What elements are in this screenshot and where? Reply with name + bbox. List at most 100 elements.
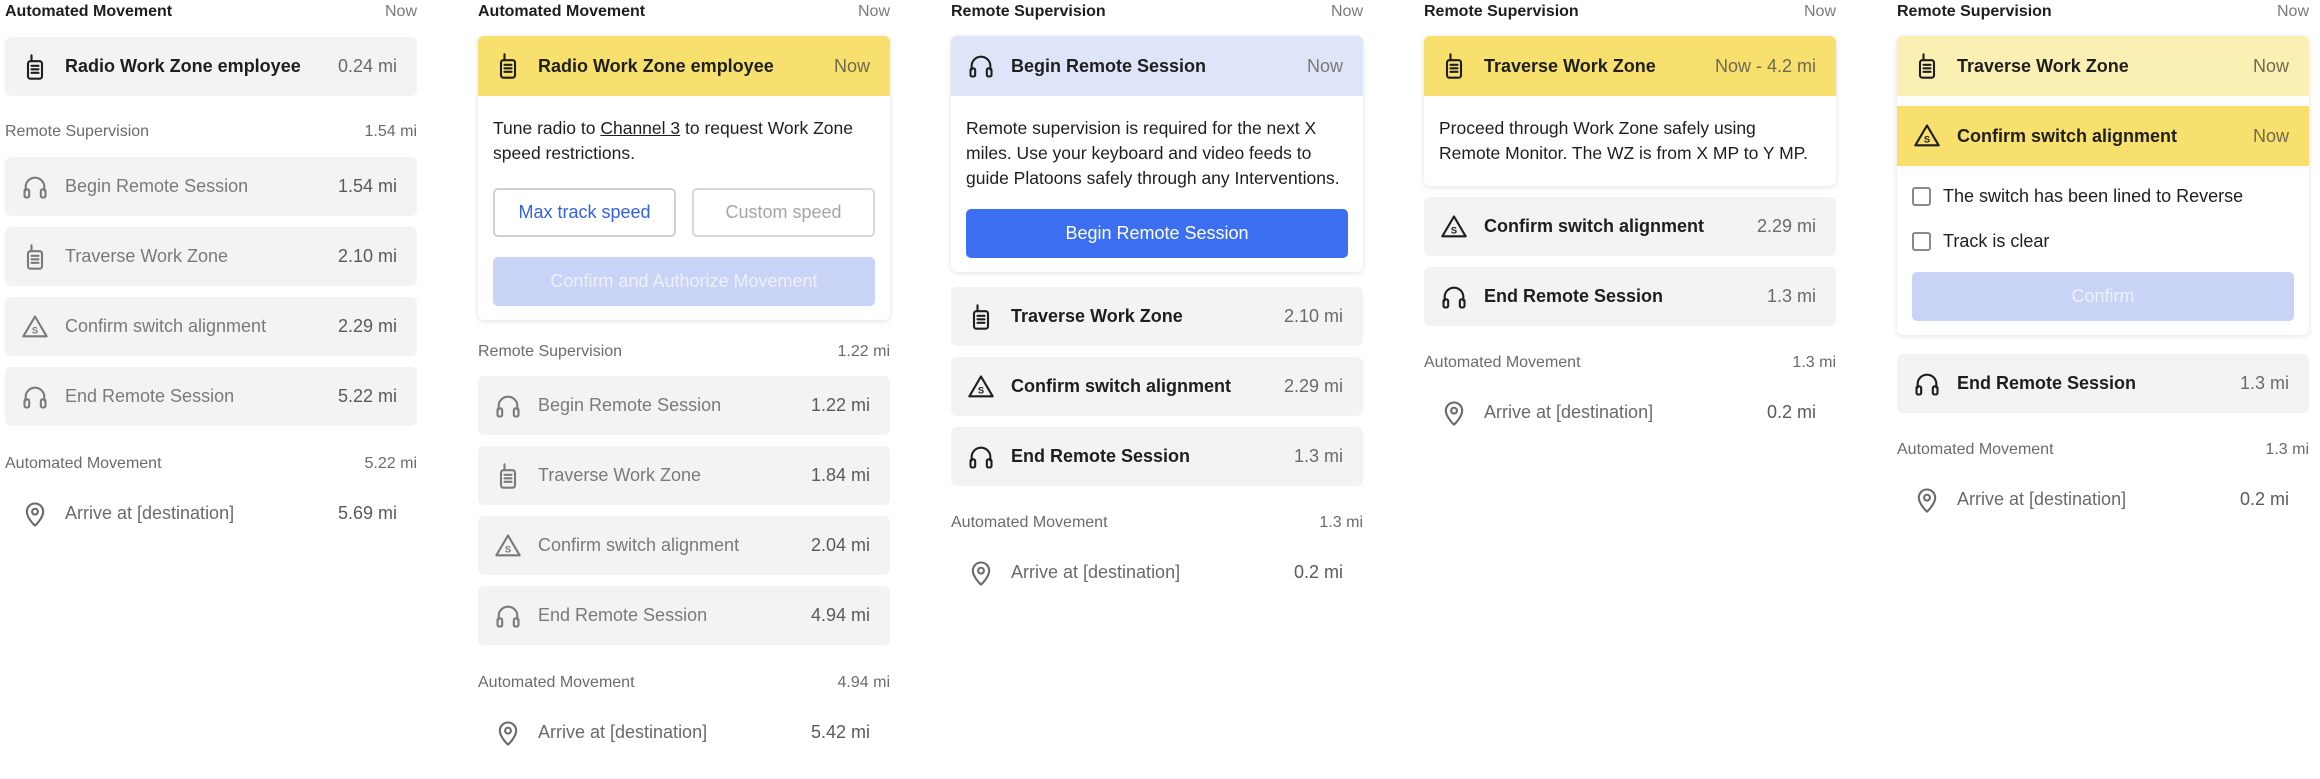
radio-icon	[1911, 50, 1943, 82]
card-instructions: Tune radio to Channel 3 to request Work …	[493, 118, 853, 163]
active-step-card: Traverse Work Zone Now S Confirm switch …	[1897, 36, 2309, 335]
step-row[interactable]: S Confirm switch alignment 2.04 mi	[478, 516, 890, 575]
headset-icon	[492, 600, 524, 632]
location-pin-icon	[965, 557, 997, 589]
card-body: Tune radio to Channel 3 to request Work …	[478, 96, 890, 320]
step-row[interactable]: S Confirm switch alignment 2.29 mi	[951, 357, 1363, 416]
step-distance: 0.2 mi	[1766, 402, 1816, 422]
section-header: Remote Supervision Now	[1424, 0, 1836, 24]
step-distance: 1.54 mi	[337, 176, 397, 196]
card-title: Begin Remote Session	[1011, 55, 1207, 76]
step-label: End Remote Session	[1957, 373, 2137, 393]
card-header: Traverse Work Zone Now - 4.2 mi	[1424, 36, 1836, 96]
section-title: Automated Movement	[478, 674, 635, 691]
step-label: Arrive at [destination]	[1957, 489, 2127, 509]
step-label: Confirm switch alignment	[65, 316, 267, 336]
step-row[interactable]: S Confirm switch alignment 2.29 mi	[1424, 197, 1836, 256]
card-distance: Now	[833, 55, 870, 76]
radio-icon	[492, 460, 524, 492]
headset-icon	[492, 390, 524, 422]
svg-text:S: S	[32, 325, 38, 335]
section-header: Remote Supervision 1.22 mi	[478, 340, 890, 364]
section-meta: Now	[1803, 3, 1836, 20]
step-label: Arrive at [destination]	[1011, 562, 1181, 582]
step-distance: 2.10 mi	[337, 246, 397, 266]
card-body: The switch has been lined to Reverse Tra…	[1897, 166, 2309, 335]
step-row[interactable]: Begin Remote Session 1.22 mi	[478, 376, 890, 435]
timeline-column-3: Remote Supervision Now Begin Remote Sess…	[951, 0, 1363, 613]
confirm-button[interactable]: Confirm	[1912, 272, 2294, 321]
card-body: Remote supervision is required for the n…	[951, 96, 1363, 272]
step-distance: 1.3 mi	[1766, 286, 1816, 306]
step-distance: 5.69 mi	[337, 503, 397, 523]
begin-remote-session-button[interactable]: Begin Remote Session	[966, 209, 1348, 258]
checkbox[interactable]	[1912, 187, 1931, 206]
step-row[interactable]: Arrive at [destination] 5.69 mi	[5, 484, 417, 543]
confirm-authorize-button[interactable]: Confirm and Authorize Movement	[493, 257, 875, 306]
track-clear-checkbox[interactable]: Track is clear	[1912, 219, 2294, 264]
switch-warning-icon: S	[965, 371, 997, 403]
step-row[interactable]: Begin Remote Session 1.54 mi	[5, 157, 417, 216]
svg-text:S: S	[1451, 225, 1457, 235]
section-title: Automated Movement	[5, 3, 173, 20]
step-row[interactable]: Arrive at [destination] 0.2 mi	[951, 543, 1363, 602]
step-row[interactable]: Radio Work Zone employee 0.24 mi	[5, 37, 417, 96]
step-row[interactable]: Traverse Work Zone 1.84 mi	[478, 446, 890, 505]
step-row[interactable]: End Remote Session 5.22 mi	[5, 367, 417, 426]
switch-warning-icon: S	[1438, 211, 1470, 243]
step-label: Arrive at [destination]	[65, 503, 235, 523]
card-title: Traverse Work Zone	[1957, 55, 2129, 76]
step-distance: 1.84 mi	[810, 465, 870, 485]
location-pin-icon	[19, 498, 51, 530]
step-row[interactable]: End Remote Session 1.3 mi	[951, 427, 1363, 486]
step-label: Radio Work Zone employee	[65, 56, 301, 76]
step-row[interactable]: Traverse Work Zone 2.10 mi	[5, 227, 417, 286]
step-row[interactable]: Arrive at [destination] 0.2 mi	[1424, 383, 1836, 442]
card-instructions: Remote supervision is required for the n…	[966, 118, 1340, 188]
switch-warning-icon: S	[492, 530, 524, 562]
step-row[interactable]: Arrive at [destination] 0.2 mi	[1897, 470, 2309, 529]
svg-text:S: S	[1924, 134, 1930, 144]
section-header: Automated Movement 4.94 mi	[478, 671, 890, 695]
switch-reverse-checkbox[interactable]: The switch has been lined to Reverse	[1912, 174, 2294, 219]
timeline-column-5: Remote Supervision Now Traverse Work Zon…	[1897, 0, 2309, 540]
section-header: Automated Movement 1.3 mi	[951, 511, 1363, 535]
section-header: Automated Movement 1.3 mi	[1424, 351, 1836, 375]
step-row[interactable]: Traverse Work Zone 2.10 mi	[951, 287, 1363, 346]
headset-icon	[965, 441, 997, 473]
section-meta: 1.54 mi	[364, 123, 417, 140]
step-row[interactable]: End Remote Session 1.3 mi	[1897, 354, 2309, 413]
section-meta: Now	[857, 3, 890, 20]
step-row[interactable]: End Remote Session 1.3 mi	[1424, 267, 1836, 326]
section-header: Remote Supervision 1.54 mi	[5, 120, 417, 144]
step-row[interactable]: End Remote Session 4.94 mi	[478, 586, 890, 645]
step-label: Arrive at [destination]	[1484, 402, 1654, 422]
step-distance: 5.42 mi	[810, 722, 870, 742]
step-label: End Remote Session	[538, 605, 708, 625]
section-title: Automated Movement	[1424, 354, 1581, 371]
radio-icon	[965, 301, 997, 333]
step-distance: 1.22 mi	[810, 395, 870, 415]
section-header: Automated Movement Now	[5, 0, 417, 24]
step-distance: 2.10 mi	[1283, 306, 1343, 326]
timeline-column-2: Automated Movement Now Radio Work Zone e…	[478, 0, 890, 773]
step-distance: 2.04 mi	[810, 535, 870, 555]
card-body: Proceed through Work Zone safely using R…	[1424, 96, 1836, 186]
custom-speed-button[interactable]: Custom speed	[692, 188, 875, 237]
card-title: Confirm switch alignment	[1957, 125, 2178, 146]
channel-link[interactable]: Channel 3	[600, 118, 680, 138]
section-meta: 1.22 mi	[837, 343, 890, 360]
step-distance: 5.22 mi	[337, 386, 397, 406]
card-title: Radio Work Zone employee	[538, 55, 774, 76]
max-track-speed-button[interactable]: Max track speed	[493, 188, 676, 237]
section-header: Remote Supervision Now	[951, 0, 1363, 24]
step-row[interactable]: S Confirm switch alignment 2.29 mi	[5, 297, 417, 356]
section-meta: 1.3 mi	[2265, 441, 2309, 458]
step-distance: 0.24 mi	[337, 56, 397, 76]
section-header: Automated Movement Now	[478, 0, 890, 24]
radio-icon	[492, 50, 524, 82]
headset-icon	[1911, 368, 1943, 400]
step-row[interactable]: Arrive at [destination] 5.42 mi	[478, 703, 890, 762]
section-meta: 5.22 mi	[364, 455, 417, 472]
checkbox[interactable]	[1912, 232, 1931, 251]
